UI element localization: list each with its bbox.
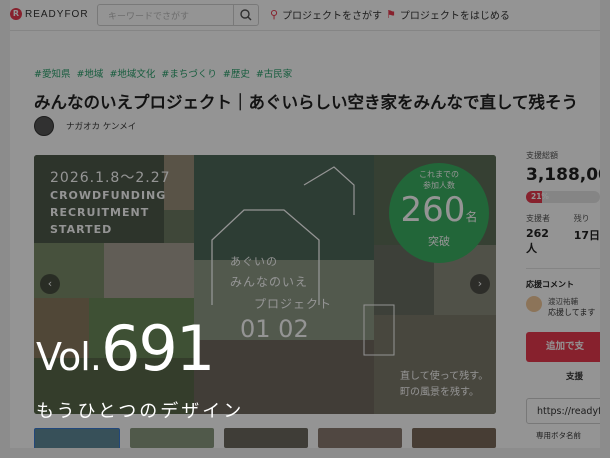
series-subtitle: もうひとつのデザイン — [36, 401, 245, 422]
vol-prefix: Vol. — [36, 335, 102, 379]
vol-number: 691 — [100, 312, 215, 385]
dark-overlay — [0, 0, 610, 458]
volume-number: Vol.691 — [36, 312, 215, 385]
